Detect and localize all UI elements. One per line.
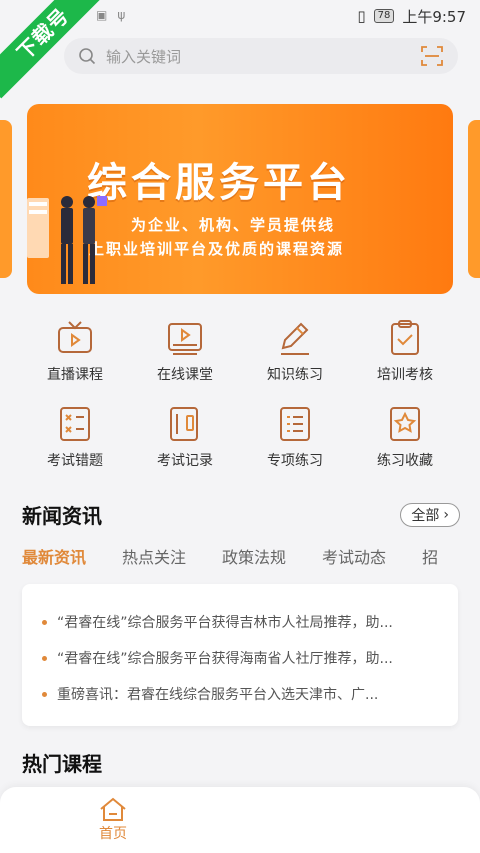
grid-item-special-practice[interactable]: 专项练习 [240,404,350,470]
grid-item-wrong-answers[interactable]: 考试错题 [20,404,130,470]
nav-home[interactable]: 首页 [98,797,128,843]
business-people-illustration [27,196,107,284]
tab-exam-news[interactable]: 考试动态 [322,544,386,568]
status-icons-left: ▣ ψ [96,8,125,22]
list-icon [280,407,310,441]
video-player-icon [168,323,202,355]
grid-item-label: 考试记录 [157,453,213,469]
grid-item-knowledge-practice[interactable]: 知识练习 [240,318,350,384]
list-item[interactable]: “君睿在线”综合服务平台获得海南省人社厅推荐，助... [42,640,438,676]
view-all-label: 全部 [411,507,440,524]
vibrate-icon: ▯ [357,7,366,25]
tab-latest[interactable]: 最新资讯 [22,544,86,568]
tab-recruit[interactable]: 招 [422,544,438,568]
clipboard-check-icon [391,320,419,355]
news-tabs: 最新资讯 热点关注 政策法规 考试动态 招 [22,544,438,568]
grid-item-label: 练习收藏 [377,453,433,469]
grid-item-training-assessment[interactable]: 培训考核 [350,318,460,384]
grid-item-label: 在线课堂 [157,367,213,383]
grid-item-label: 培训考核 [377,367,433,383]
search-bar[interactable]: 输入关键词 [64,38,458,74]
news-section-title: 新闻资讯 [22,504,102,528]
list-item[interactable]: “君睿在线”综合服务平台获得吉林市人社局推荐，助... [42,604,438,640]
carousel-prev-slide[interactable] [0,120,12,278]
clock: 上午9:57 [402,7,466,26]
record-icon [170,407,198,441]
banner-subtitle-1: 为企业、机构、学员提供线 [131,216,336,234]
status-icons-right: ▯ 78 上午9:57 [357,6,466,27]
error-sheet-icon [60,407,90,441]
tab-policy[interactable]: 政策法规 [222,544,286,568]
bullet-icon [42,619,47,625]
grid-item-live-courses[interactable]: 直播课程 [20,318,130,384]
promo-banner[interactable]: 综合服务平台 为企业、机构、学员提供线 上职业培训平台及优质的课程资源 [27,104,453,294]
grid-item-label: 知识练习 [267,367,323,383]
news-item-title: “君睿在线”综合服务平台获得海南省人社厅推荐，助... [57,651,393,667]
list-item[interactable]: 重磅喜讯：君睿在线综合服务平台入选天津市、广... [42,676,438,712]
bullet-icon [42,691,47,697]
bottom-nav: 首页 [0,787,480,853]
carousel-next-slide[interactable] [468,120,480,278]
home-icon [100,797,126,821]
news-item-title: “君睿在线”综合服务平台获得吉林市人社局推荐，助... [57,615,393,631]
news-header: 新闻资讯 全部 › [22,500,460,529]
tv-icon [58,321,92,353]
search-input[interactable]: 输入关键词 [106,46,420,67]
feature-grid: 直播课程 在线课堂 知识练习 培训考核 考试错题 考试记录 专项练习 练习收藏 [20,318,460,470]
star-bookmark-icon [390,407,420,441]
notification-icon: ▣ [96,8,108,22]
news-item-title: 重磅喜讯：君睿在线综合服务平台入选天津市、广... [57,687,379,703]
news-list: “君睿在线”综合服务平台获得吉林市人社局推荐，助... “君睿在线”综合服务平台… [22,584,458,726]
grid-item-label: 专项练习 [267,453,323,469]
battery-icon: 78 [373,9,395,23]
search-icon [79,48,96,65]
pencil-icon [281,322,309,355]
grid-item-exam-records[interactable]: 考试记录 [130,404,240,470]
bullet-icon [42,655,47,661]
grid-item-label: 直播课程 [47,367,103,383]
banner-title: 综合服务平台 [87,160,351,206]
hot-courses-title: 热门课程 [22,752,102,776]
chevron-right-icon: › [443,506,449,523]
view-all-button[interactable]: 全部 › [400,502,460,527]
banner-subtitle-2: 上职业培训平台及优质的课程资源 [89,240,345,258]
scan-icon[interactable] [420,44,444,68]
usb-icon: ψ [117,8,126,22]
grid-item-practice-favorites[interactable]: 练习收藏 [350,404,460,470]
tab-hot[interactable]: 热点关注 [122,544,186,568]
grid-item-online-class[interactable]: 在线课堂 [130,318,240,384]
grid-item-label: 考试错题 [47,453,103,469]
nav-home-label: 首页 [99,826,127,842]
